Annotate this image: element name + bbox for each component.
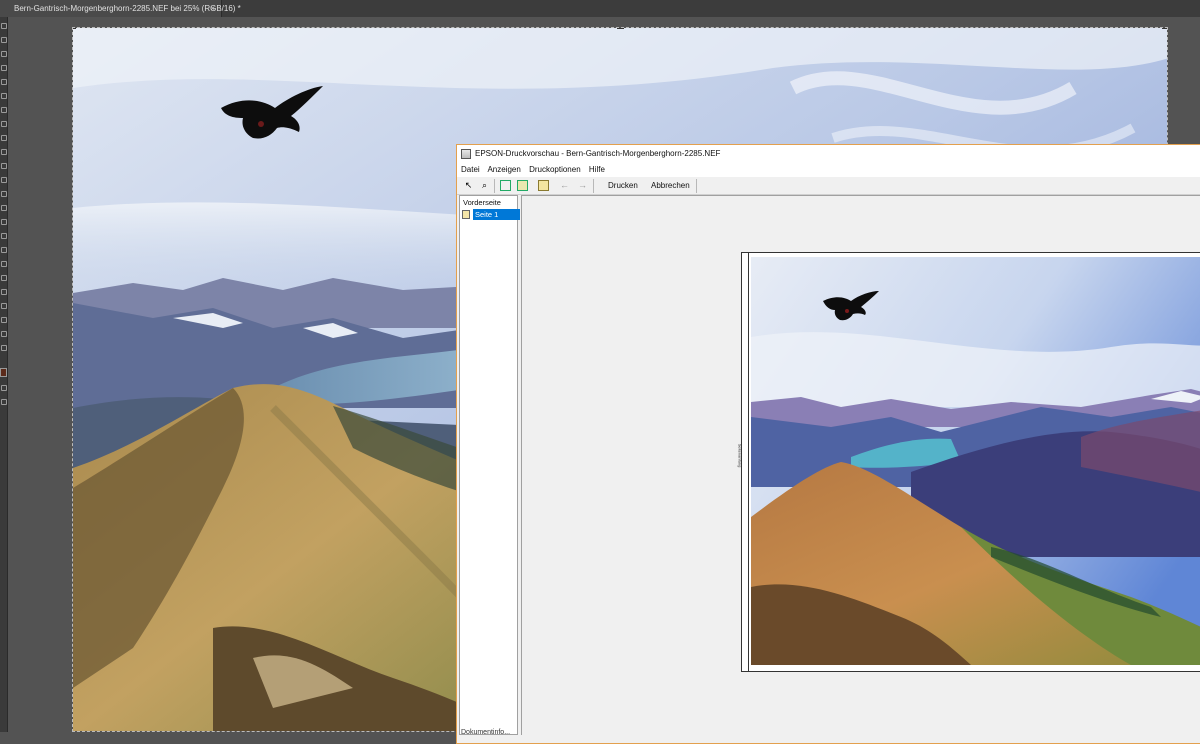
photoshop-tab-bar: Bern-Gantrisch-Morgenberghorn-2285.NEF b… — [0, 0, 1200, 17]
page-list-panel: Vorderseite Seite 1 — [459, 195, 520, 735]
quick-select-tool-icon[interactable] — [1, 65, 7, 71]
transform-handle[interactable] — [617, 28, 624, 29]
preview-area: Seitenanfang — [521, 195, 1200, 735]
epson-title-bar[interactable]: EPSON-Druckvorschau - Bern-Gantrisch-Mor… — [457, 145, 1200, 163]
menu-druckoptionen[interactable]: Druckoptionen — [529, 165, 581, 174]
shape-tool-icon[interactable] — [1, 261, 7, 267]
pagelist-item-page1[interactable]: Seite 1 — [462, 209, 520, 220]
paper-edge-label: Seitenanfang — [737, 443, 743, 468]
marquee-tool-icon[interactable] — [1, 37, 7, 43]
document-tab-label: Bern-Gantrisch-Morgenberghorn-2285.NEF b… — [14, 4, 241, 13]
menu-bar: Datei Anzeigen Druckoptionen Hilfe — [457, 163, 1200, 177]
close-tab-icon[interactable]: × — [210, 0, 215, 17]
extra-tool-icon[interactable] — [1, 317, 7, 323]
dodge-tool-icon[interactable] — [1, 205, 7, 211]
move-tool-icon[interactable] — [1, 23, 7, 29]
extra-tool-icon[interactable] — [1, 331, 7, 337]
photoshop-toolbox — [0, 17, 8, 732]
extra-tool-icon[interactable] — [1, 345, 7, 351]
page-thumbnail-icon[interactable] — [538, 180, 549, 191]
transform-handle[interactable] — [73, 28, 76, 29]
history-brush-tool-icon[interactable] — [1, 149, 7, 155]
blur-tool-icon[interactable] — [1, 191, 7, 197]
stamp-tool-icon[interactable] — [1, 135, 7, 141]
toolbar-separator — [494, 179, 495, 193]
previous-page-icon[interactable]: ← — [559, 180, 570, 191]
status-bar: Dokumentinfo... — [461, 729, 511, 736]
foreground-color-swatch[interactable] — [0, 368, 7, 377]
eyedropper-tool-icon[interactable] — [1, 93, 7, 99]
screen-mode-icon[interactable] — [1, 399, 7, 405]
preview-toolbar: ↖ ⌕ ← → Drucken Abbrechen — [457, 177, 1200, 195]
path-select-tool-icon[interactable] — [1, 247, 7, 253]
brush-tool-icon[interactable] — [1, 121, 7, 127]
window-title: EPSON-Druckvorschau - Bern-Gantrisch-Mor… — [475, 149, 721, 158]
toolbar-separator — [696, 179, 697, 193]
menu-hilfe[interactable]: Hilfe — [589, 165, 605, 174]
fit-page-icon[interactable] — [500, 180, 511, 191]
hand-tool-icon[interactable] — [1, 275, 7, 281]
epson-print-preview-window: EPSON-Druckvorschau - Bern-Gantrisch-Mor… — [456, 144, 1200, 744]
paper-edge-line — [748, 253, 749, 671]
quick-mask-icon[interactable] — [1, 385, 7, 391]
crop-tool-icon[interactable] — [1, 79, 7, 85]
menu-anzeigen[interactable]: Anzeigen — [487, 165, 520, 174]
paper-sheet: Seitenanfang — [737, 252, 1200, 672]
gradient-tool-icon[interactable] — [1, 177, 7, 183]
toolbar-separator — [593, 179, 594, 193]
pagelist-header: Vorderseite — [463, 198, 501, 207]
edit-toolbar-icon[interactable] — [1, 303, 7, 309]
healing-tool-icon[interactable] — [1, 107, 7, 113]
printer-app-icon — [461, 149, 471, 159]
eraser-tool-icon[interactable] — [1, 163, 7, 169]
document-tab[interactable]: Bern-Gantrisch-Morgenberghorn-2285.NEF b… — [0, 0, 241, 17]
print-preview-image — [751, 257, 1200, 665]
type-tool-icon[interactable] — [1, 233, 7, 239]
next-page-icon[interactable]: → — [577, 180, 588, 191]
pagelist-item-label: Seite 1 — [473, 209, 520, 220]
page-icon — [462, 210, 470, 219]
full-view-icon[interactable] — [517, 180, 528, 191]
lasso-tool-icon[interactable] — [1, 51, 7, 57]
pointer-icon[interactable]: ↖ — [463, 180, 474, 191]
zoom-icon[interactable]: ⌕ — [479, 180, 490, 191]
print-button[interactable]: Drucken — [608, 180, 638, 192]
cancel-button[interactable]: Abbrechen — [651, 180, 690, 192]
menu-datei[interactable]: Datei — [461, 165, 480, 174]
pen-tool-icon[interactable] — [1, 219, 7, 225]
zoom-tool-icon[interactable] — [1, 289, 7, 295]
